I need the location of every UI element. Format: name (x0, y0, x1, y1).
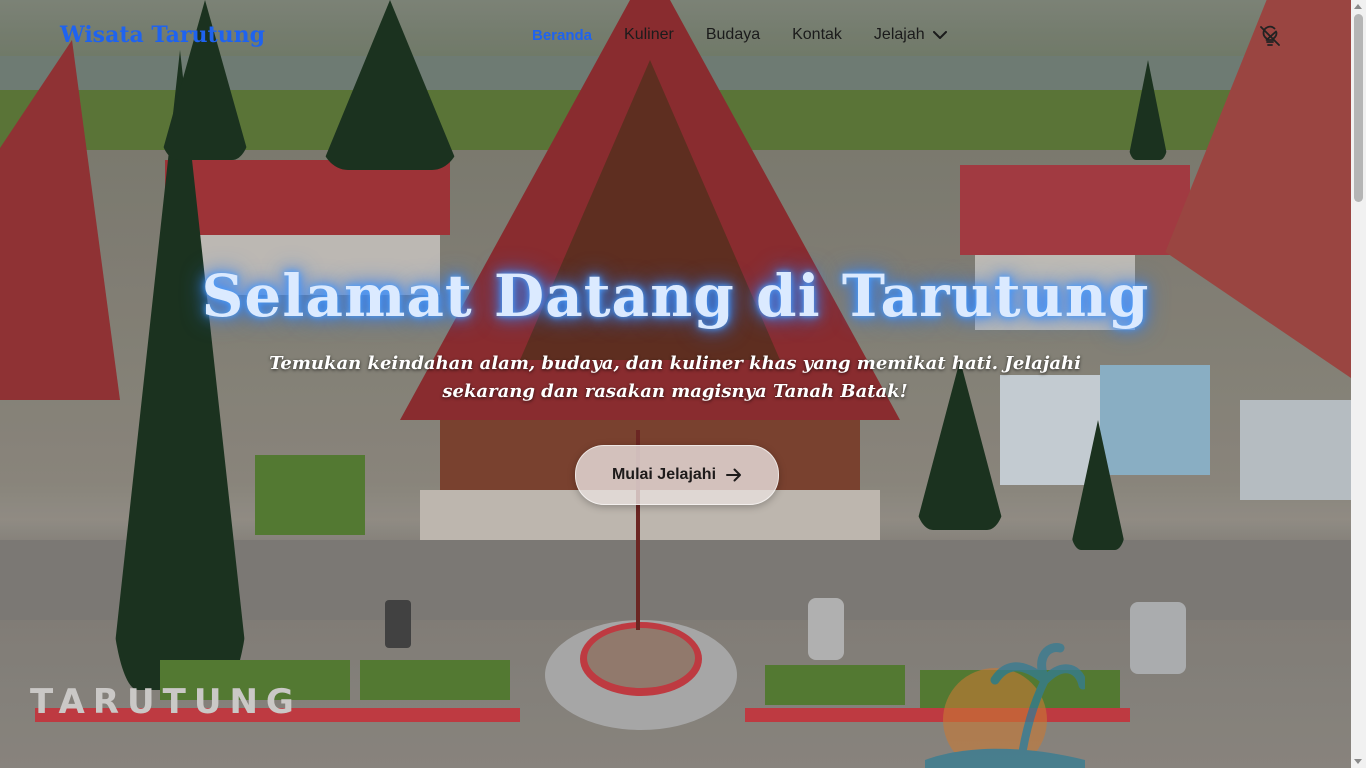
brand-logo[interactable]: Wisata Tarutung (60, 22, 265, 48)
nav-dropdown-jelajah[interactable]: Jelajah (874, 26, 947, 44)
hero-subtitle-line1: Temukan keindahan alam, budaya, dan kuli… (269, 353, 1081, 374)
nav-dropdown-label: Jelajah (873, 26, 925, 43)
nav-item-budaya[interactable]: Budaya (706, 26, 760, 44)
scroll-up-arrow-icon[interactable] (1354, 4, 1362, 9)
hero-title: Selamat Datang di Tarutung (201, 262, 1150, 330)
nav-item-beranda[interactable]: Beranda (532, 27, 592, 44)
start-exploring-button[interactable]: Mulai Jelajahi (575, 445, 779, 505)
hero-subtitle-line2: sekarang dan rasakan magisnya Tanah Bata… (442, 381, 908, 402)
chevron-down-icon (932, 30, 947, 39)
nav-item-kontak[interactable]: Kontak (792, 26, 842, 44)
scroll-down-arrow-icon[interactable] (1354, 759, 1362, 764)
nav-item-kuliner[interactable]: Kuliner (624, 26, 674, 44)
vertical-scrollbar[interactable] (1351, 0, 1366, 768)
scrollbar-thumb[interactable] (1354, 14, 1363, 202)
lightbulb-off-icon[interactable] (1258, 24, 1282, 48)
main-nav: Beranda Kuliner Budaya Kontak Jelajah (532, 26, 979, 44)
arrow-right-icon (726, 468, 742, 482)
cta-label: Mulai Jelajahi (611, 466, 717, 483)
hero-subtitle: Temukan keindahan alam, budaya, dan kuli… (260, 350, 1090, 406)
